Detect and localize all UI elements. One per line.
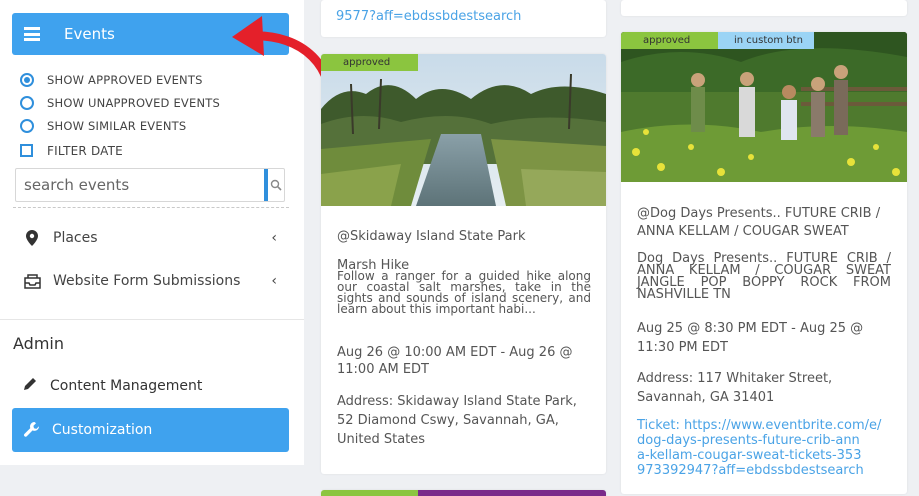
event-venue: @Skidaway Island State Park [337, 229, 526, 244]
divider [0, 319, 304, 320]
event-time-start: Aug 25 @ 8:30 PM EDT - Aug 25 @ [637, 321, 864, 336]
nav-content-management[interactable]: Content Management [22, 376, 202, 396]
approved-badge: approved [621, 32, 718, 49]
event-card-marsh-hike[interactable]: approved @Skidaway Island State Park Mar… [321, 54, 606, 474]
chevron-left-icon: ‹ [271, 273, 277, 289]
event-address-line1: Address: Skidaway Island State Park, [337, 394, 577, 409]
search-icon [270, 179, 282, 191]
radio[interactable] [20, 95, 34, 110]
event-title: Dog Days Presents.. FUTURE CRIB / ANNA K… [637, 251, 891, 302]
event-address-line2: 52 Diamond Cswy, Savannah, GA, [337, 413, 559, 428]
list-icon [24, 27, 40, 41]
approved-badge: approved [321, 54, 418, 71]
nav-places[interactable]: Places ‹ [22, 230, 277, 246]
pencil-icon [22, 376, 38, 396]
event-card-top-partial[interactable]: 9577?aff=ebdssbdestsearch [321, 0, 606, 37]
search-input[interactable]: search events [24, 176, 264, 194]
event-image [321, 54, 606, 206]
ticket-link-line4[interactable]: 973392947?aff=ebdssbdestsearch [637, 463, 864, 478]
event-address-line2: Savannah, GA 31401 [637, 390, 775, 405]
nav-label: Places [53, 230, 98, 246]
option-label: SHOW APPROVED EVENTS [47, 72, 203, 87]
event-address-line3: United States [337, 432, 426, 447]
chevron-left-icon: ‹ [271, 230, 277, 246]
filter-date-checkbox[interactable] [20, 144, 33, 157]
nav-label: Content Management [50, 378, 203, 394]
event-card-top-right-partial[interactable] [621, 0, 907, 16]
ticket-link-line1[interactable]: Ticket: https://www.eventbrite.com/e/ [637, 418, 881, 433]
event-filter-options: SHOW APPROVED EVENTS SHOW UNAPPROVED EVE… [20, 68, 220, 162]
nav-customization-button[interactable]: Customization [12, 408, 289, 452]
radio[interactable] [20, 118, 34, 133]
event-image [418, 490, 606, 496]
custom-button-badge[interactable]: in custom btn [718, 32, 814, 49]
event-time-end: 11:00 AM EDT [337, 362, 430, 377]
ticket-link-line3[interactable]: a-kellam-cougar-sweat-tickets-353 [637, 448, 861, 463]
radio-selected[interactable] [20, 72, 34, 87]
show-similar-option[interactable]: SHOW SIMILAR EVENTS [20, 114, 220, 137]
ticket-link-line2[interactable]: dog-days-presents-future-crib-ann [637, 433, 860, 448]
admin-heading: Admin [13, 334, 64, 353]
divider [13, 207, 289, 208]
show-unapproved-option[interactable]: SHOW UNAPPROVED EVENTS [20, 91, 220, 114]
option-label: FILTER DATE [47, 143, 123, 158]
event-venue-line2: ANNA KELLAM / COUGAR SWEAT [637, 224, 849, 239]
event-address-line1: Address: 117 Whitaker Street, [637, 371, 833, 386]
event-time-start: Aug 26 @ 10:00 AM EDT - Aug 26 @ [337, 345, 573, 360]
option-label: SHOW SIMILAR EVENTS [47, 118, 187, 133]
nav-events-label: Events [64, 25, 115, 43]
search-box[interactable]: search events [15, 168, 285, 202]
inbox-icon [22, 273, 42, 289]
event-card-bottom-partial[interactable] [321, 490, 606, 496]
event-time-end: 11:30 PM EDT [637, 340, 728, 355]
approved-badge [321, 490, 418, 496]
show-approved-option[interactable]: SHOW APPROVED EVENTS [20, 68, 220, 91]
event-card-dog-days[interactable]: approved in custom btn @Dog Days Present… [621, 32, 907, 494]
event-description: Follow a ranger for a guided hike along … [337, 269, 591, 316]
event-venue-line1: @Dog Days Presents.. FUTURE CRIB / [637, 206, 881, 221]
event-image [621, 32, 907, 182]
nav-label: Website Form Submissions [53, 273, 241, 289]
nav-label: Customization [52, 422, 153, 438]
filter-date-option[interactable]: FILTER DATE [20, 139, 220, 162]
wrench-icon [22, 421, 42, 439]
map-pin-icon [22, 230, 42, 246]
search-button[interactable] [264, 169, 284, 201]
ticket-link[interactable]: 9577?aff=ebdssbdestsearch [336, 8, 521, 25]
option-label: SHOW UNAPPROVED EVENTS [47, 95, 220, 110]
nav-website-form-submissions[interactable]: Website Form Submissions ‹ [22, 273, 277, 289]
